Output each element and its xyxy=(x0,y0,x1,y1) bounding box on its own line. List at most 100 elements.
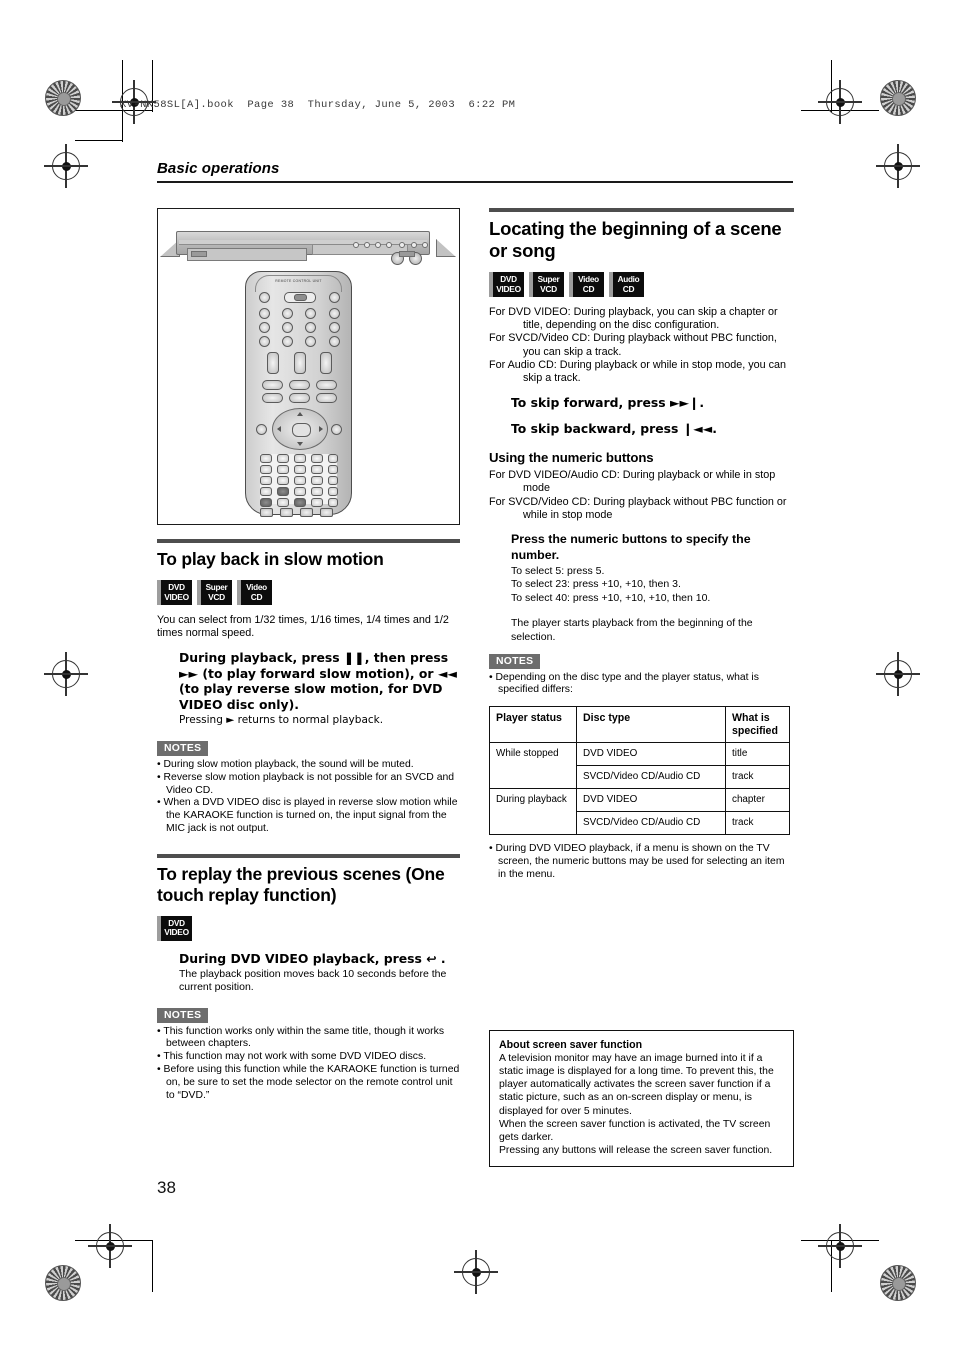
notes-list-locating: Depending on the disc type and the playe… xyxy=(489,672,794,698)
cell-specified: track xyxy=(725,811,790,836)
section-rule xyxy=(157,853,460,858)
figure-box: REMOTE CONTROL UNIT xyxy=(157,208,460,525)
remote-control-illustration: REMOTE CONTROL UNIT xyxy=(245,271,352,517)
notes-list-slow-motion: During slow motion playback, the sound w… xyxy=(157,759,460,836)
badge-line2: VCD xyxy=(540,283,557,294)
registration-target xyxy=(876,144,920,188)
note-item: During slow motion playback, the sound w… xyxy=(157,759,460,772)
section-heading-slow-motion: To play back in slow motion xyxy=(157,549,384,569)
notes-list-replay: This function works only within the same… xyxy=(157,1026,460,1103)
locating-intro-svcd: For SVCD/Video CD: During playback witho… xyxy=(489,332,777,358)
registration-target xyxy=(44,144,88,188)
screen-saver-title: About screen saver function xyxy=(499,1038,643,1051)
page-number: 38 xyxy=(157,1178,176,1197)
badge-line2: CD xyxy=(622,283,635,294)
locating-intro-audio: For Audio CD: During playback or while i… xyxy=(489,358,787,385)
badge-line2: VIDEO xyxy=(164,927,189,938)
registration-target xyxy=(876,652,920,696)
table-row: During playback DVD VIDEO chapter xyxy=(489,788,790,836)
badge-line2: CD xyxy=(582,283,595,294)
registration-target xyxy=(88,1224,132,1268)
disc-badges-slow-motion: DVD VIDEO Super VCD Video CD xyxy=(157,580,460,605)
skip-backward-instruction: To skip backward, press ❙◄◄. xyxy=(511,420,717,436)
cell-player-status: While stopped xyxy=(489,742,577,790)
cell-disc-type: DVD VIDEO xyxy=(576,742,726,767)
numeric-instruction: Press the numeric buttons to specify the… xyxy=(511,532,751,562)
subheading-numeric-buttons: Using the numeric buttons xyxy=(489,450,654,466)
section-rule xyxy=(157,539,460,543)
badge-video-cd: Video CD xyxy=(569,272,604,297)
section-rule xyxy=(489,208,794,212)
notes-label: NOTES xyxy=(157,1008,209,1023)
badge-dvd-video: DVD VIDEO xyxy=(157,915,192,941)
col-header-disc-type: Disc type xyxy=(576,706,726,744)
page-header: Basic operations xyxy=(157,160,797,184)
badge-audio-cd: Audio CD xyxy=(609,272,644,297)
disc-badges-locating: DVD VIDEO Super VCD Video CD Audio CD xyxy=(489,272,794,297)
header-rule xyxy=(157,181,793,184)
badge-line2: CD xyxy=(250,591,263,602)
note-item: Before using this function while the KAR… xyxy=(157,1064,460,1102)
badge-line2: VIDEO xyxy=(164,591,189,602)
slow-motion-intro: You can select from 1/32 times, 1/16 tim… xyxy=(157,614,449,640)
note-item: This function works only within the same… xyxy=(157,1026,460,1052)
badge-line2: VCD xyxy=(208,591,225,602)
badge-dvd-video: DVD VIDEO xyxy=(157,580,192,605)
badge-super-vcd: Super VCD xyxy=(529,272,564,297)
section-one-touch-replay: To replay the previous scenes (One touch… xyxy=(157,853,460,1103)
numeric-keypad xyxy=(260,454,338,507)
registration-rosette xyxy=(45,1265,81,1301)
manual-page: XV-NK58SL[A].book Page 38 Thursday, June… xyxy=(0,0,954,1351)
cell-specified: title xyxy=(725,742,790,767)
screen-saver-box: About screen saver function A television… xyxy=(489,1029,794,1168)
section-heading-locating: Locating the beginning of a scene or son… xyxy=(489,218,782,261)
registration-rosette xyxy=(45,80,81,116)
dpad-control xyxy=(272,408,328,450)
crop-mark xyxy=(152,1240,154,1292)
slow-motion-instruction: During playback, press ❚❚, then press ►►… xyxy=(179,650,457,712)
slow-motion-instruction-note: Pressing ► returns to normal playback. xyxy=(179,714,384,727)
section-heading-replay: To replay the previous scenes (One touch… xyxy=(157,863,445,905)
locating-intro-dvd: For DVD VIDEO: During playback, you can … xyxy=(489,306,778,332)
registration-rosette xyxy=(880,80,916,116)
cell-specified: chapter xyxy=(725,788,790,813)
badge-line2: VIDEO xyxy=(496,283,521,294)
screen-saver-body: A television monitor may have an image b… xyxy=(499,1052,774,1157)
mode-selector-slider xyxy=(284,292,316,303)
badge-video-cd: Video CD xyxy=(237,580,272,605)
registration-target xyxy=(818,80,862,124)
cell-disc-type: SVCD/Video CD/Audio CD xyxy=(576,765,726,790)
notes-label: NOTES xyxy=(157,741,209,756)
notes-list-after-table: During DVD VIDEO playback, if a menu is … xyxy=(489,843,794,881)
table-row: While stopped DVD VIDEO title xyxy=(489,742,790,790)
note-item: Depending on the disc type and the playe… xyxy=(489,672,794,698)
badge-dvd-video: DVD VIDEO xyxy=(489,272,524,297)
col-header-what-specified: What is specified xyxy=(725,706,790,744)
registration-target xyxy=(454,1250,498,1294)
registration-rosette xyxy=(880,1265,916,1301)
section-label: Basic operations xyxy=(157,160,280,177)
right-column: Locating the beginning of a scene or son… xyxy=(489,208,794,1168)
note-item: This function may not work with some DVD… xyxy=(157,1051,460,1064)
dvd-player-illustration xyxy=(160,225,456,265)
numeric-example: To select 5: press 5. xyxy=(511,565,605,578)
col-header-player-status: Player status xyxy=(489,706,577,744)
numeric-line-dvd: For DVD VIDEO/Audio CD: During playback … xyxy=(489,469,776,495)
table-header-row: Player status Disc type What is specifie… xyxy=(489,706,790,744)
section-slow-motion: To play back in slow motion DVD VIDEO Su… xyxy=(157,539,460,836)
remote-brand-label: REMOTE CONTROL UNIT xyxy=(275,279,322,283)
cell-player-status: During playback xyxy=(489,788,577,836)
notes-label: NOTES xyxy=(489,654,541,669)
disc-spec-table: Player status Disc type What is specifie… xyxy=(489,706,790,836)
note-item: During DVD VIDEO playback, if a menu is … xyxy=(489,843,794,881)
replay-instruction: During DVD VIDEO playback, press ↩ . xyxy=(179,950,446,966)
cell-disc-type: SVCD/Video CD/Audio CD xyxy=(576,811,726,836)
replay-instruction-note: The playback position moves back 10 seco… xyxy=(179,968,447,994)
registration-target xyxy=(818,1224,862,1268)
registration-target xyxy=(44,652,88,696)
numeric-example: To select 40: press +10, +10, +10, then … xyxy=(511,591,711,604)
running-head: XV-NK58SL[A].book Page 38 Thursday, June… xyxy=(120,99,516,111)
badge-super-vcd: Super VCD xyxy=(197,580,232,605)
disc-badges-replay: DVD VIDEO xyxy=(157,915,460,941)
note-item: When a DVD VIDEO disc is played in rever… xyxy=(157,797,460,835)
